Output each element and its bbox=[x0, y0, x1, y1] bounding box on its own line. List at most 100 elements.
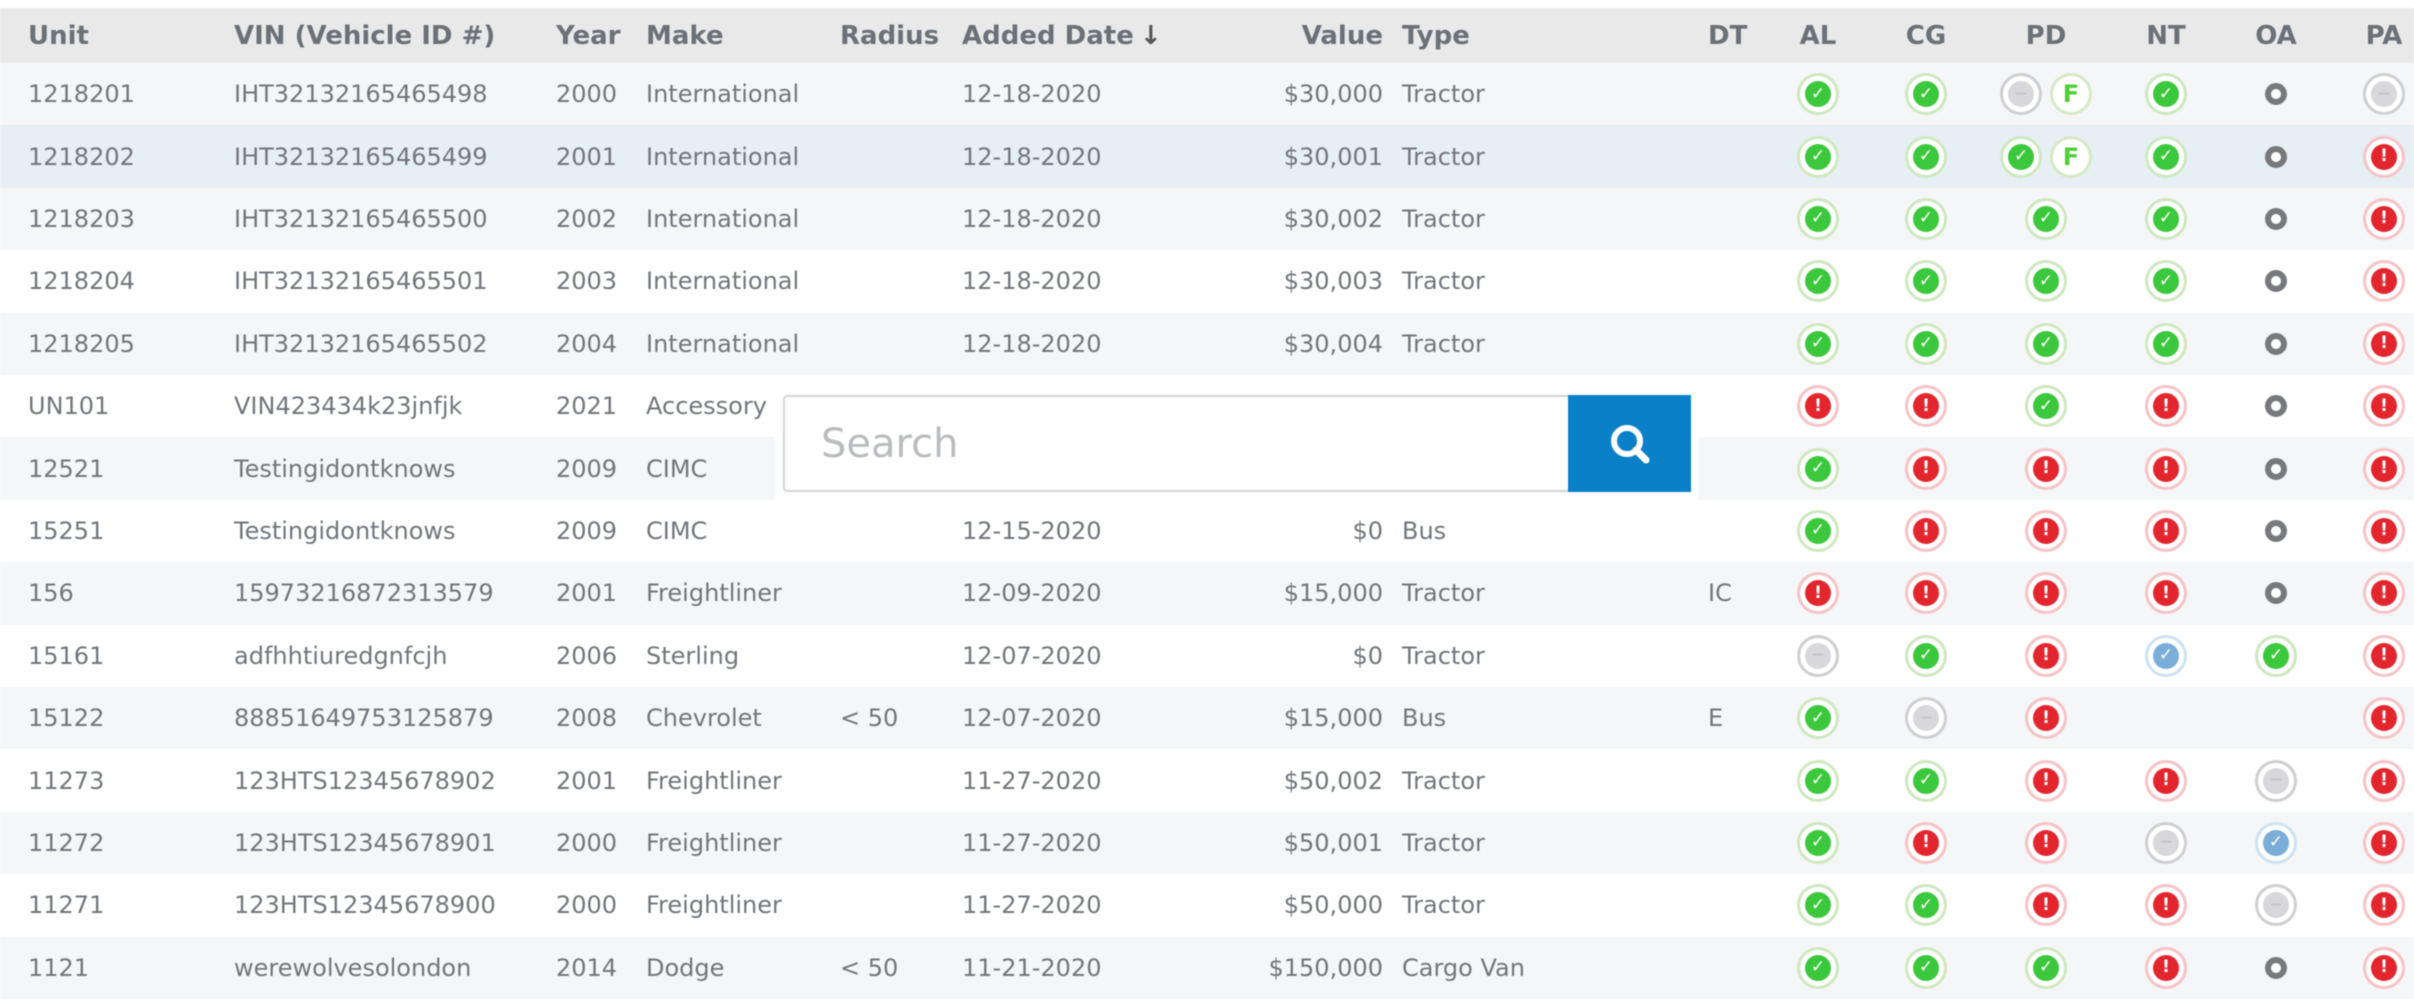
exclamation-circle-icon[interactable]: ! bbox=[2363, 697, 2405, 740]
exclamation-circle-icon[interactable]: ! bbox=[1797, 385, 1839, 428]
table-row[interactable]: 1218201 IHT32132165465498 2000 Internationa… bbox=[0, 63, 2414, 126]
table-row[interactable]: 1218202 IHT32132165465499 2001 Internationa… bbox=[0, 125, 2414, 188]
ring-icon[interactable] bbox=[2255, 385, 2297, 427]
column-header-pa[interactable]: PA bbox=[2344, 8, 2414, 63]
minus-circle-icon[interactable]: − bbox=[2255, 884, 2297, 927]
table-row[interactable]: 1218204 IHT32132165465501 2003 Internationa… bbox=[0, 250, 2414, 313]
check-circle-icon[interactable]: ✓ bbox=[2025, 946, 2067, 989]
exclamation-circle-icon[interactable]: ! bbox=[2363, 821, 2405, 864]
exclamation-circle-icon[interactable]: ! bbox=[2025, 821, 2067, 864]
exclamation-circle-icon[interactable]: ! bbox=[2363, 260, 2405, 303]
check-circle-icon[interactable]: ✓ bbox=[1905, 73, 1947, 116]
ring-icon[interactable] bbox=[2255, 572, 2297, 614]
ring-icon[interactable] bbox=[2255, 947, 2297, 989]
exclamation-circle-icon[interactable]: ! bbox=[2145, 385, 2187, 428]
column-header-added-date[interactable]: Added Date ↓ bbox=[962, 8, 1162, 63]
f-badge-icon[interactable]: F bbox=[2050, 135, 2092, 178]
check-circle-icon[interactable]: ✓ bbox=[2025, 322, 2067, 365]
exclamation-circle-icon[interactable]: ! bbox=[2145, 946, 2187, 989]
table-row[interactable]: 15251 Testingidontknows 2009 CIMC 12-15-2020… bbox=[0, 499, 2414, 563]
exclamation-circle-icon[interactable]: ! bbox=[2363, 946, 2405, 989]
exclamation-circle-icon[interactable]: ! bbox=[2025, 447, 2067, 490]
check-circle-icon[interactable]: ✓ bbox=[1797, 946, 1839, 989]
check-circle-icon[interactable]: ✓ bbox=[1797, 73, 1839, 116]
ring-icon[interactable] bbox=[2255, 198, 2297, 240]
check-circle-icon[interactable]: ✓ bbox=[2025, 385, 2067, 428]
check-circle-icon[interactable]: ✓ bbox=[1797, 821, 1839, 864]
check-circle-icon[interactable]: ✓ bbox=[1905, 759, 1947, 802]
column-header-al[interactable]: AL bbox=[1778, 8, 1858, 63]
exclamation-circle-icon[interactable]: ! bbox=[1905, 572, 1947, 615]
column-header-vin[interactable]: VIN (Vehicle ID #) bbox=[234, 8, 495, 63]
exclamation-circle-icon[interactable]: ! bbox=[2145, 884, 2187, 927]
check-circle-icon[interactable]: ✓ bbox=[1797, 197, 1839, 240]
column-header-cg[interactable]: CG bbox=[1886, 8, 1966, 63]
check-circle-icon[interactable]: ✓ bbox=[1797, 322, 1839, 365]
check-circle-icon[interactable]: ✓ bbox=[1797, 759, 1839, 802]
exclamation-circle-icon[interactable]: ! bbox=[2363, 322, 2405, 365]
check-circle-blue-icon[interactable]: ✓ bbox=[2255, 821, 2297, 864]
exclamation-circle-icon[interactable]: ! bbox=[2145, 759, 2187, 802]
check-circle-icon[interactable]: ✓ bbox=[1797, 135, 1839, 178]
check-circle-icon[interactable]: ✓ bbox=[1905, 634, 1947, 677]
exclamation-circle-icon[interactable]: ! bbox=[1797, 572, 1839, 615]
minus-circle-icon[interactable]: − bbox=[1797, 634, 1839, 677]
exclamation-circle-icon[interactable]: ! bbox=[2363, 447, 2405, 490]
table-row[interactable]: 11271 123HTS12345678900 2000 Freightliner 11… bbox=[0, 874, 2414, 937]
column-header-dt[interactable]: DT bbox=[1708, 8, 1747, 63]
exclamation-circle-icon[interactable]: ! bbox=[2025, 509, 2067, 552]
exclamation-circle-icon[interactable]: ! bbox=[2363, 572, 2405, 615]
check-circle-icon[interactable]: ✓ bbox=[1905, 946, 1947, 989]
exclamation-circle-icon[interactable]: ! bbox=[2025, 572, 2067, 615]
column-header-type[interactable]: Type bbox=[1402, 8, 1470, 63]
exclamation-circle-icon[interactable]: ! bbox=[2363, 759, 2405, 802]
check-circle-icon[interactable]: ✓ bbox=[1905, 322, 1947, 365]
column-header-value[interactable]: Value bbox=[1200, 8, 1383, 63]
check-circle-icon[interactable]: ✓ bbox=[2145, 260, 2187, 303]
exclamation-circle-icon[interactable]: ! bbox=[2363, 135, 2405, 178]
exclamation-circle-icon[interactable]: ! bbox=[1905, 509, 1947, 552]
check-circle-icon[interactable]: ✓ bbox=[1797, 697, 1839, 740]
check-circle-icon[interactable]: ✓ bbox=[1905, 197, 1947, 240]
table-row[interactable]: 156 15973216872313579 2001 Freightliner 12-0… bbox=[0, 562, 2414, 625]
search-input[interactable] bbox=[783, 395, 1568, 492]
check-circle-icon[interactable]: ✓ bbox=[2025, 197, 2067, 240]
exclamation-circle-icon[interactable]: ! bbox=[2363, 385, 2405, 428]
table-row[interactable]: 1218203 IHT32132165465500 2002 Internationa… bbox=[0, 187, 2414, 251]
check-circle-icon[interactable]: ✓ bbox=[1905, 260, 1947, 303]
exclamation-circle-icon[interactable]: ! bbox=[2025, 759, 2067, 802]
ring-icon[interactable] bbox=[2255, 510, 2297, 552]
exclamation-circle-icon[interactable]: ! bbox=[2145, 447, 2187, 490]
check-circle-icon[interactable]: ✓ bbox=[2255, 634, 2297, 677]
check-circle-icon[interactable]: ✓ bbox=[1905, 135, 1947, 178]
ring-icon[interactable] bbox=[2255, 73, 2297, 115]
check-circle-icon[interactable]: ✓ bbox=[2000, 135, 2042, 178]
table-row[interactable]: 11272 123HTS12345678901 2000 Freightliner 11… bbox=[0, 811, 2414, 875]
exclamation-circle-icon[interactable]: ! bbox=[2025, 697, 2067, 740]
check-circle-icon[interactable]: ✓ bbox=[1905, 884, 1947, 927]
table-row[interactable]: 15122 88851649753125879 2008 Chevrolet < 50 1… bbox=[0, 687, 2414, 750]
check-circle-icon[interactable]: ✓ bbox=[1797, 884, 1839, 927]
exclamation-circle-icon[interactable]: ! bbox=[2025, 634, 2067, 677]
f-badge-icon[interactable]: F bbox=[2050, 73, 2092, 116]
check-circle-blue-icon[interactable]: ✓ bbox=[2145, 634, 2187, 677]
check-circle-icon[interactable]: ✓ bbox=[2145, 197, 2187, 240]
exclamation-circle-icon[interactable]: ! bbox=[1905, 447, 1947, 490]
minus-circle-icon[interactable]: − bbox=[2255, 759, 2297, 802]
exclamation-circle-icon[interactable]: ! bbox=[2363, 197, 2405, 240]
check-circle-icon[interactable]: ✓ bbox=[2025, 260, 2067, 303]
table-row[interactable]: 11273 123HTS12345678902 2001 Freightliner 11… bbox=[0, 749, 2414, 812]
ring-icon[interactable] bbox=[2255, 260, 2297, 302]
check-circle-icon[interactable]: ✓ bbox=[1797, 509, 1839, 552]
minus-circle-icon[interactable]: − bbox=[2145, 821, 2187, 864]
minus-circle-icon[interactable]: − bbox=[2363, 73, 2405, 116]
column-header-year[interactable]: Year bbox=[556, 8, 620, 63]
exclamation-circle-icon[interactable]: ! bbox=[1905, 821, 1947, 864]
check-circle-icon[interactable]: ✓ bbox=[1797, 260, 1839, 303]
column-header-unit[interactable]: Unit bbox=[28, 8, 89, 63]
check-circle-icon[interactable]: ✓ bbox=[2145, 73, 2187, 116]
ring-icon[interactable] bbox=[2255, 136, 2297, 178]
check-circle-icon[interactable]: ✓ bbox=[2145, 322, 2187, 365]
exclamation-circle-icon[interactable]: ! bbox=[1905, 385, 1947, 428]
exclamation-circle-icon[interactable]: ! bbox=[2025, 884, 2067, 927]
